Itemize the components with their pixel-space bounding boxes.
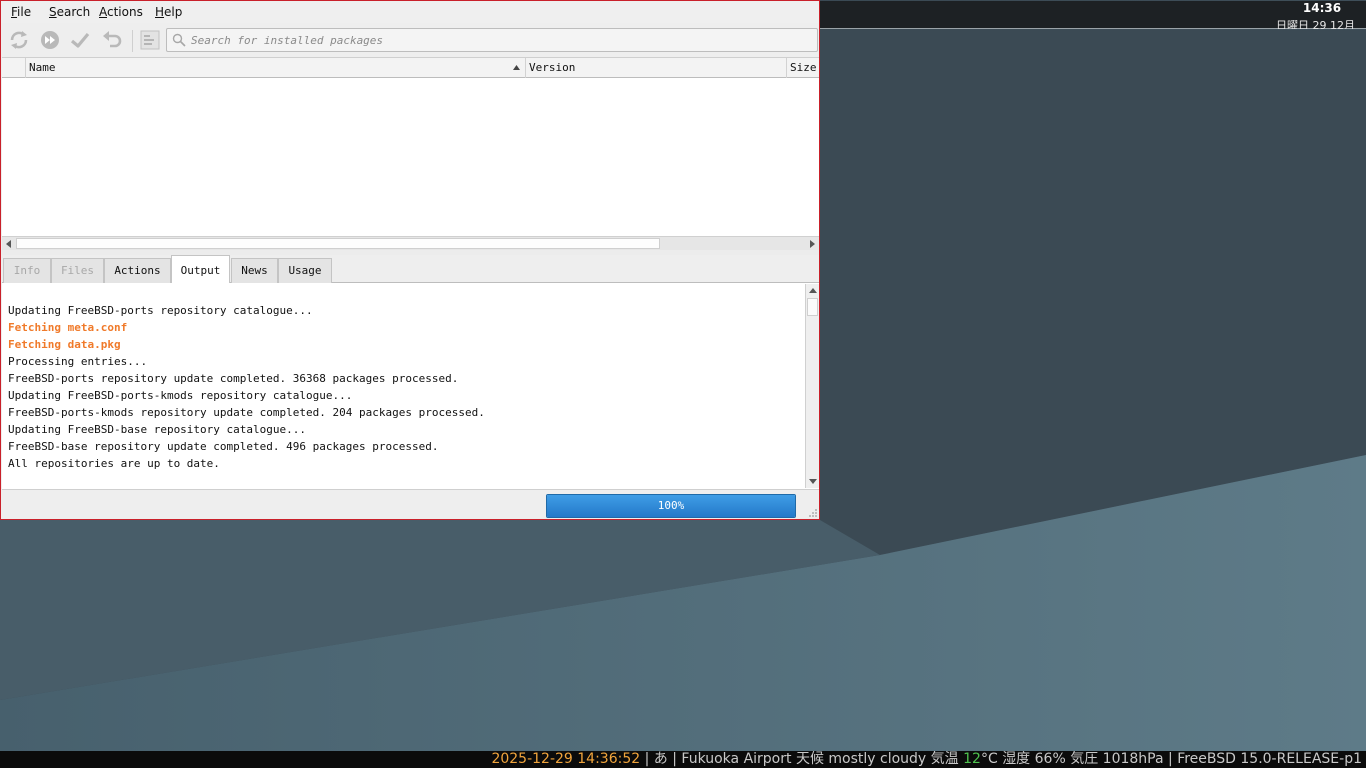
output-line: Fetching meta.conf — [8, 321, 128, 334]
status-separator: | — [1163, 751, 1178, 767]
menu-actions[interactable]: Actions — [99, 5, 143, 19]
menu-search[interactable]: Search — [49, 5, 90, 19]
status-separator: | — [640, 751, 654, 767]
toolbar — [1, 24, 819, 56]
tab-files[interactable]: Files — [51, 258, 104, 283]
scrollbar-thumb[interactable] — [16, 238, 660, 249]
status-datetime: 2025-12-29 14:36:52 — [491, 751, 641, 767]
sort-ascending-icon — [513, 65, 520, 70]
status-temp-label: 気温 — [930, 751, 959, 767]
tab-actions[interactable]: Actions — [104, 258, 171, 283]
column-header-version[interactable]: Version — [525, 58, 786, 78]
status-os: FreeBSD 15.0-RELEASE-p1 — [1177, 751, 1362, 767]
refresh-icon[interactable] — [6, 27, 32, 53]
status-pressure: 1018hPa — [1102, 751, 1164, 767]
menubar: File Search Actions Help — [1, 1, 819, 23]
resize-grip-icon[interactable] — [808, 508, 818, 518]
status-temp-value: 12 — [963, 751, 981, 767]
menu-help[interactable]: Help — [155, 5, 182, 19]
scroll-left-icon[interactable] — [4, 239, 14, 249]
output-line: FreeBSD-ports repository update complete… — [8, 372, 459, 385]
menu-file[interactable]: File — [11, 5, 31, 19]
tab-output[interactable]: Output — [171, 255, 230, 284]
output-log: Updating FreeBSD-ports repository catalo… — [8, 302, 798, 472]
panel-clock-time: 14:36 — [1302, 1, 1342, 15]
detail-tabs: Info Files Actions Output News Usage — [2, 255, 819, 284]
scrollbar-thumb[interactable] — [807, 298, 818, 316]
output-line: FreeBSD-base repository update completed… — [8, 440, 439, 453]
tab-info[interactable]: Info — [3, 258, 51, 283]
vertical-scrollbar[interactable] — [805, 284, 819, 488]
status-location: Fukuoka Airport — [681, 751, 792, 767]
scroll-up-icon[interactable] — [808, 286, 818, 296]
checkmark-icon[interactable] — [67, 27, 93, 53]
column-header-name[interactable]: Name — [25, 58, 526, 78]
table-header: Name Version Size — [2, 58, 819, 78]
output-line: Updating FreeBSD-base repository catalog… — [8, 423, 307, 436]
column-header-size[interactable]: Size — [786, 58, 819, 78]
menu-search-label: earch — [56, 5, 91, 19]
package-manager-window: File Search Actions Help Search for inst… — [0, 0, 820, 520]
status-separator: | — [667, 751, 682, 767]
tab-news[interactable]: News — [231, 258, 278, 283]
panel-clock-date: 日曜日 29 12月 — [1276, 19, 1355, 29]
toolbar-separator — [132, 30, 133, 52]
progress-label: 100% — [657, 499, 685, 512]
window-footer: 100% — [2, 489, 819, 519]
output-line: Processing entries... — [8, 355, 148, 368]
output-line: All repositories are up to date. — [8, 457, 220, 470]
menu-actions-label: ctions — [107, 5, 143, 19]
search-input[interactable] — [191, 32, 811, 48]
status-pressure-label: 気圧 — [1070, 751, 1099, 767]
output-line: Updating FreeBSD-ports repository catalo… — [8, 304, 313, 317]
package-table: Name Version Size — [2, 57, 819, 250]
progress-bar: 100% — [546, 494, 796, 518]
status-bar: 2025-12-29 14:36:52 | あ | Fukuoka Airpor… — [0, 751, 1366, 768]
menu-file-label: ile — [17, 5, 32, 19]
scroll-down-icon[interactable] — [808, 476, 818, 486]
undo-icon[interactable] — [99, 27, 125, 53]
menu-mnemonic: S — [49, 5, 57, 19]
output-line: FreeBSD-ports-kmods repository update co… — [8, 406, 485, 419]
status-weather-label: 天候 — [795, 751, 824, 767]
list-icon[interactable] — [137, 27, 163, 53]
status-humidity-label: 湿度 — [1002, 751, 1031, 767]
search-icon — [172, 33, 186, 47]
output-line: Updating FreeBSD-ports-kmods repository … — [8, 389, 353, 402]
scroll-right-icon[interactable] — [807, 239, 817, 249]
fast-forward-icon[interactable] — [37, 27, 63, 53]
horizontal-scrollbar[interactable] — [2, 236, 819, 250]
menu-help-label: elp — [164, 5, 183, 19]
tab-usage[interactable]: Usage — [278, 258, 332, 283]
menu-mnemonic: A — [99, 5, 107, 19]
status-weather: mostly cloudy — [828, 751, 927, 767]
status-humidity: 66% — [1034, 751, 1066, 767]
output-panel: Updating FreeBSD-ports repository catalo… — [2, 283, 819, 489]
menu-mnemonic: H — [155, 5, 165, 19]
status-ime: あ — [653, 751, 668, 767]
status-temp-unit: °C — [980, 751, 998, 767]
output-line: Fetching data.pkg — [8, 338, 121, 351]
search-field[interactable] — [166, 28, 818, 52]
